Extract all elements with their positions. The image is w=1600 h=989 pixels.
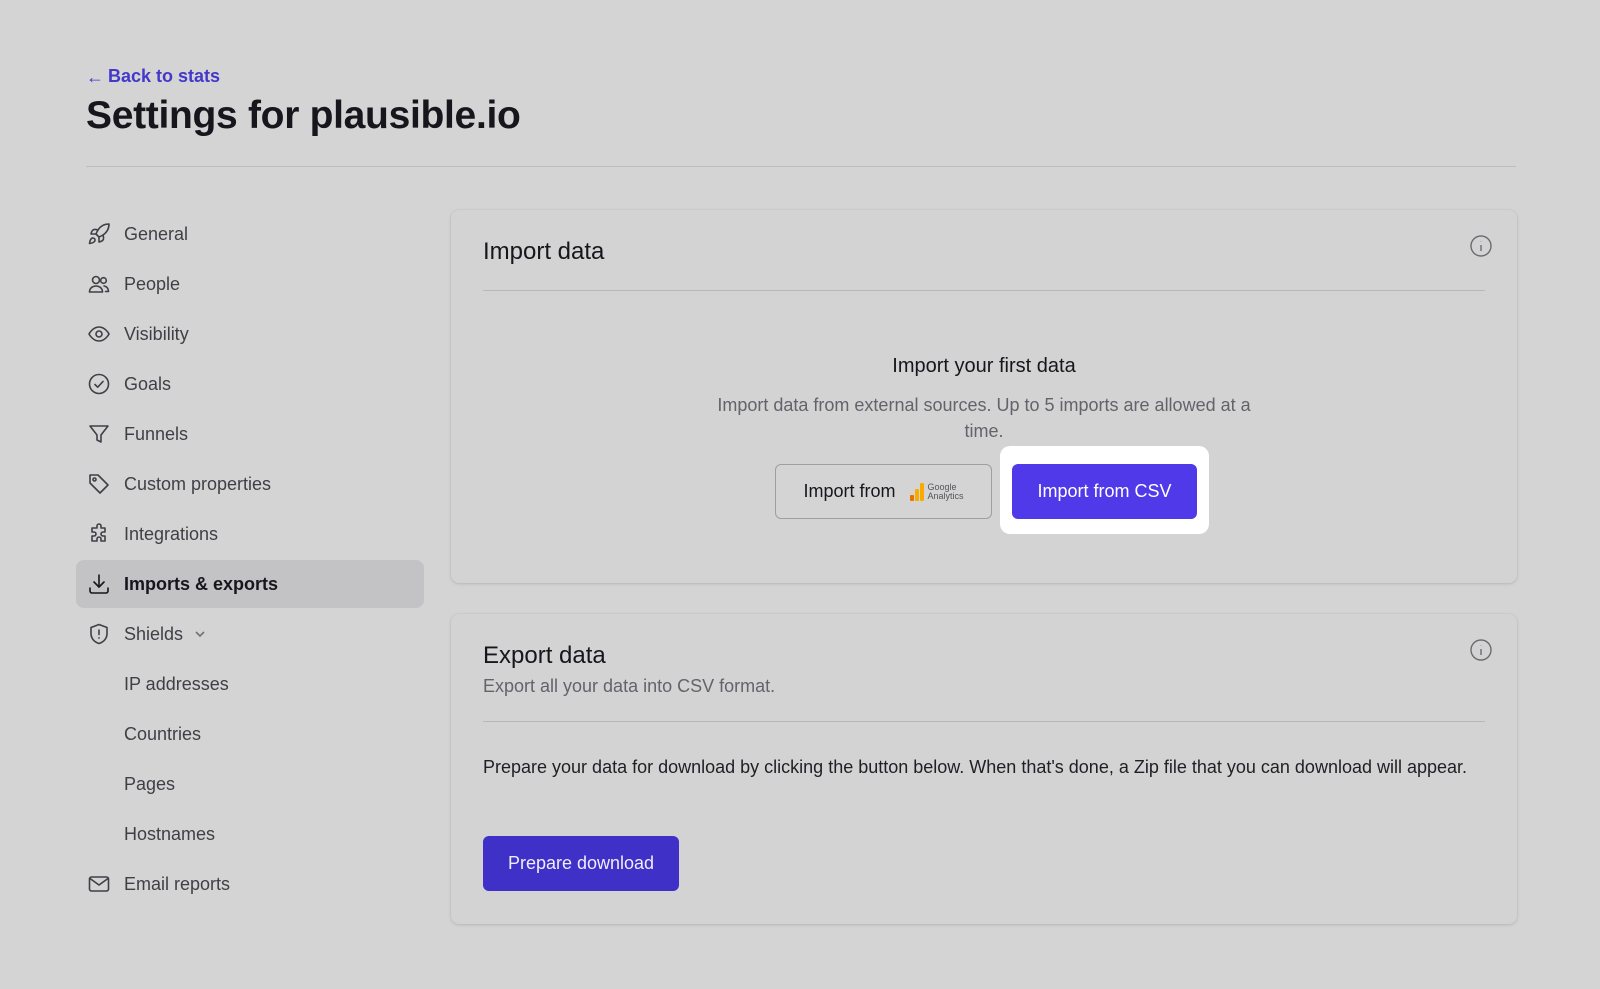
import-data-card: Import data Import your first data Impor… [451, 210, 1517, 583]
export-instructions: Prepare your data for download by clicki… [483, 757, 1468, 777]
eye-icon [86, 321, 112, 347]
sidebar-item-goals[interactable]: Goals [76, 360, 424, 408]
info-icon[interactable] [1469, 638, 1493, 662]
sidebar-item-label: Countries [124, 723, 202, 744]
import-from-google-analytics-button[interactable]: Import from Google Analytics [775, 464, 992, 519]
sidebar-item-email-reports[interactable]: Email reports [76, 860, 424, 908]
prepare-download-button[interactable]: Prepare download [483, 836, 679, 891]
sidebar-item-visibility[interactable]: Visibility [76, 310, 424, 358]
puzzle-icon [86, 521, 112, 547]
sidebar-item-label: General [124, 223, 189, 244]
sidebar-item-label: Pages [124, 773, 176, 794]
sidebar-item-imports-exports[interactable]: Imports & exports [76, 560, 424, 608]
export-card-subtitle: Export all your data into CSV format. [483, 676, 776, 696]
people-icon [86, 271, 112, 297]
sidebar-item-label: Email reports [124, 873, 231, 894]
import-card-divider [483, 290, 1485, 291]
import-empty-title: Import your first data [892, 355, 1076, 377]
google-analytics-icon [909, 482, 924, 501]
back-to-stats-link[interactable]: ← Back to stats [86, 66, 220, 87]
envelope-icon [86, 871, 112, 897]
info-icon[interactable] [1469, 234, 1493, 258]
settings-sidebar: General People Visibility Goals Funnels [76, 210, 424, 910]
sidebar-item-ip-addresses[interactable]: IP addresses [76, 660, 424, 708]
sidebar-item-label: IP addresses [124, 673, 229, 694]
chevron-down-icon [193, 627, 207, 641]
export-card-divider [483, 721, 1485, 722]
header-divider [86, 166, 1516, 167]
sidebar-item-custom-properties[interactable]: Custom properties [76, 460, 424, 508]
google-analytics-logo: Google Analytics [909, 482, 964, 501]
back-link-label: Back to stats [108, 66, 221, 86]
tag-icon [86, 471, 112, 497]
page-title: Settings for plausible.io [86, 94, 521, 137]
sidebar-item-label: Goals [124, 373, 172, 394]
download-icon [86, 571, 112, 597]
import-empty-description: Import data from external sources. Up to… [717, 395, 1251, 441]
shield-icon [86, 621, 112, 647]
import-from-csv-button[interactable]: Import from CSV [1012, 464, 1197, 519]
sidebar-item-label: Imports & exports [124, 573, 279, 594]
sidebar-item-pages[interactable]: Pages [76, 760, 424, 808]
funnel-icon [86, 421, 112, 447]
arrow-left-icon: ← [86, 66, 104, 87]
sidebar-item-general[interactable]: General [76, 210, 424, 258]
sidebar-item-label: Shields [124, 623, 184, 644]
sidebar-item-integrations[interactable]: Integrations [76, 510, 424, 558]
sidebar-item-label: Custom properties [124, 473, 272, 494]
check-circle-icon [86, 371, 112, 397]
sidebar-item-hostnames[interactable]: Hostnames [76, 810, 424, 858]
sidebar-item-funnels[interactable]: Funnels [76, 410, 424, 458]
sidebar-item-countries[interactable]: Countries [76, 710, 424, 758]
sidebar-item-people[interactable]: People [76, 260, 424, 308]
export-data-card: Export data Export all your data into CS… [451, 614, 1517, 924]
ga-logo-text-analytics: Analytics [927, 490, 964, 501]
sidebar-item-label: Integrations [124, 523, 219, 544]
sidebar-item-label: People [124, 273, 181, 294]
sidebar-item-label: Funnels [124, 423, 189, 444]
sidebar-item-label: Hostnames [124, 823, 216, 844]
sidebar-item-shields[interactable]: Shields [76, 610, 424, 658]
settings-page: ← Back to stats Settings for plausible.i… [0, 0, 1600, 989]
sidebar-item-label: Visibility [124, 323, 189, 344]
rocket-icon [86, 221, 112, 247]
ga-button-label: Import from [803, 481, 896, 501]
export-card-title: Export data [483, 642, 606, 669]
import-card-title: Import data [483, 238, 605, 265]
